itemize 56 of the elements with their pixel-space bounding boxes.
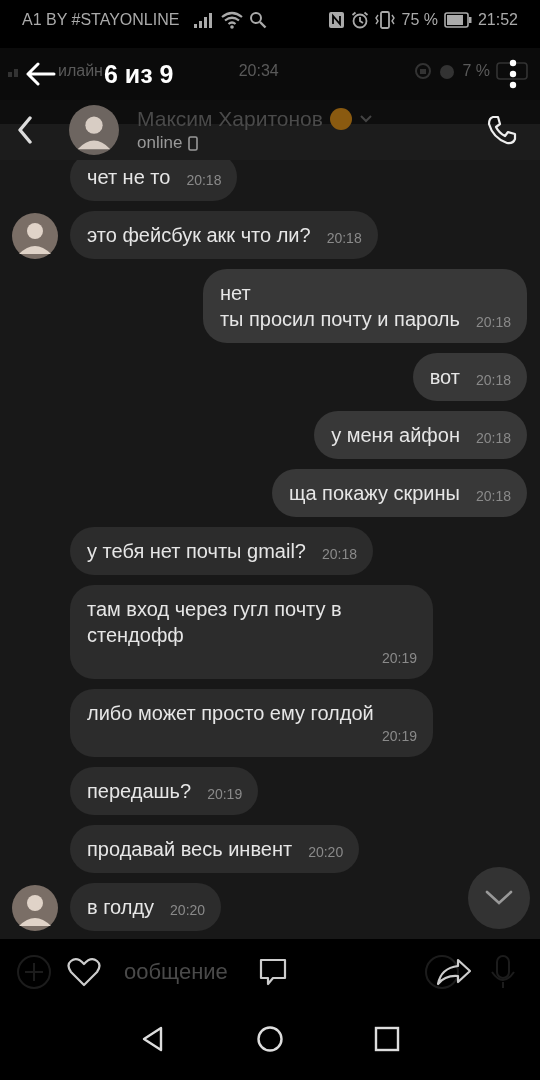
message-time: 20:18 <box>475 429 511 448</box>
clock: 21:52 <box>477 11 518 29</box>
message-text: там вход через гугл почту в стендофф <box>87 597 343 648</box>
presence-status: online <box>137 133 183 153</box>
recents-nav-icon[interactable] <box>374 1026 400 1052</box>
phone-icon[interactable] <box>486 114 518 146</box>
heart-icon <box>67 956 101 987</box>
message-time: 20:20 <box>170 901 206 920</box>
message-text: в голду <box>87 895 155 920</box>
message-text: это фейсбук акк что ли? <box>87 223 311 248</box>
message-time: 20:18 <box>475 371 511 390</box>
battery-icon <box>443 12 472 28</box>
more-vertical-icon <box>508 59 518 89</box>
battery-icon <box>496 62 530 80</box>
vibrate-icon <box>375 11 396 29</box>
message-time: 20:18 <box>326 229 362 248</box>
message-text: у меня айфон <box>331 423 460 448</box>
contact-name: Максим Харитонов <box>137 107 323 131</box>
message-text: нет ты просил почту и пароль <box>219 281 460 332</box>
home-nav-icon[interactable] <box>256 1025 284 1053</box>
microphone-icon <box>490 953 516 990</box>
message-field: ообщение <box>124 958 228 985</box>
clock: 20:34 <box>238 62 279 80</box>
arrow-left-icon <box>26 62 56 86</box>
photo-counter: 6 из 9 <box>104 59 174 89</box>
back-button[interactable] <box>24 60 58 88</box>
battery-percent: 75 % <box>401 11 438 29</box>
chevron-down-icon <box>358 114 373 124</box>
nfc-icon <box>328 11 346 29</box>
message-text: передашь? <box>87 779 192 804</box>
message-time: 20:19 <box>207 785 243 804</box>
battery-percent: 7 % <box>462 62 490 80</box>
share-arrow-icon <box>436 957 472 986</box>
message-text: либо может просто ему голдой <box>87 701 375 726</box>
search-icon <box>249 11 268 29</box>
message-time: 20:20 <box>308 843 344 862</box>
carrier-name: илайн <box>58 62 103 80</box>
message-time: 20:19 <box>381 727 417 746</box>
message-time: 20:18 <box>321 545 357 564</box>
speech-bubble-icon <box>258 956 288 987</box>
chevron-down-icon <box>485 890 513 906</box>
message-text: продавай весь инвент <box>87 837 293 862</box>
message-text: ща покажу скрины <box>288 481 460 506</box>
message-time: 20:18 <box>475 487 511 506</box>
message-time: 20:18 <box>186 171 222 190</box>
plus-icon <box>16 953 52 990</box>
wifi-icon <box>221 11 244 29</box>
message-text: вот <box>429 365 460 390</box>
message-time: 20:18 <box>475 313 511 332</box>
phone-device-icon <box>188 135 199 151</box>
avatar <box>69 105 119 155</box>
message-text: у тебя нет почты gmail? <box>87 539 306 564</box>
carrier-name: A1 BY #STAYONLINE <box>22 11 180 29</box>
message-text: чет не то <box>87 165 171 190</box>
chevron-left-icon[interactable] <box>17 116 33 144</box>
message-time: 20:19 <box>381 649 417 668</box>
